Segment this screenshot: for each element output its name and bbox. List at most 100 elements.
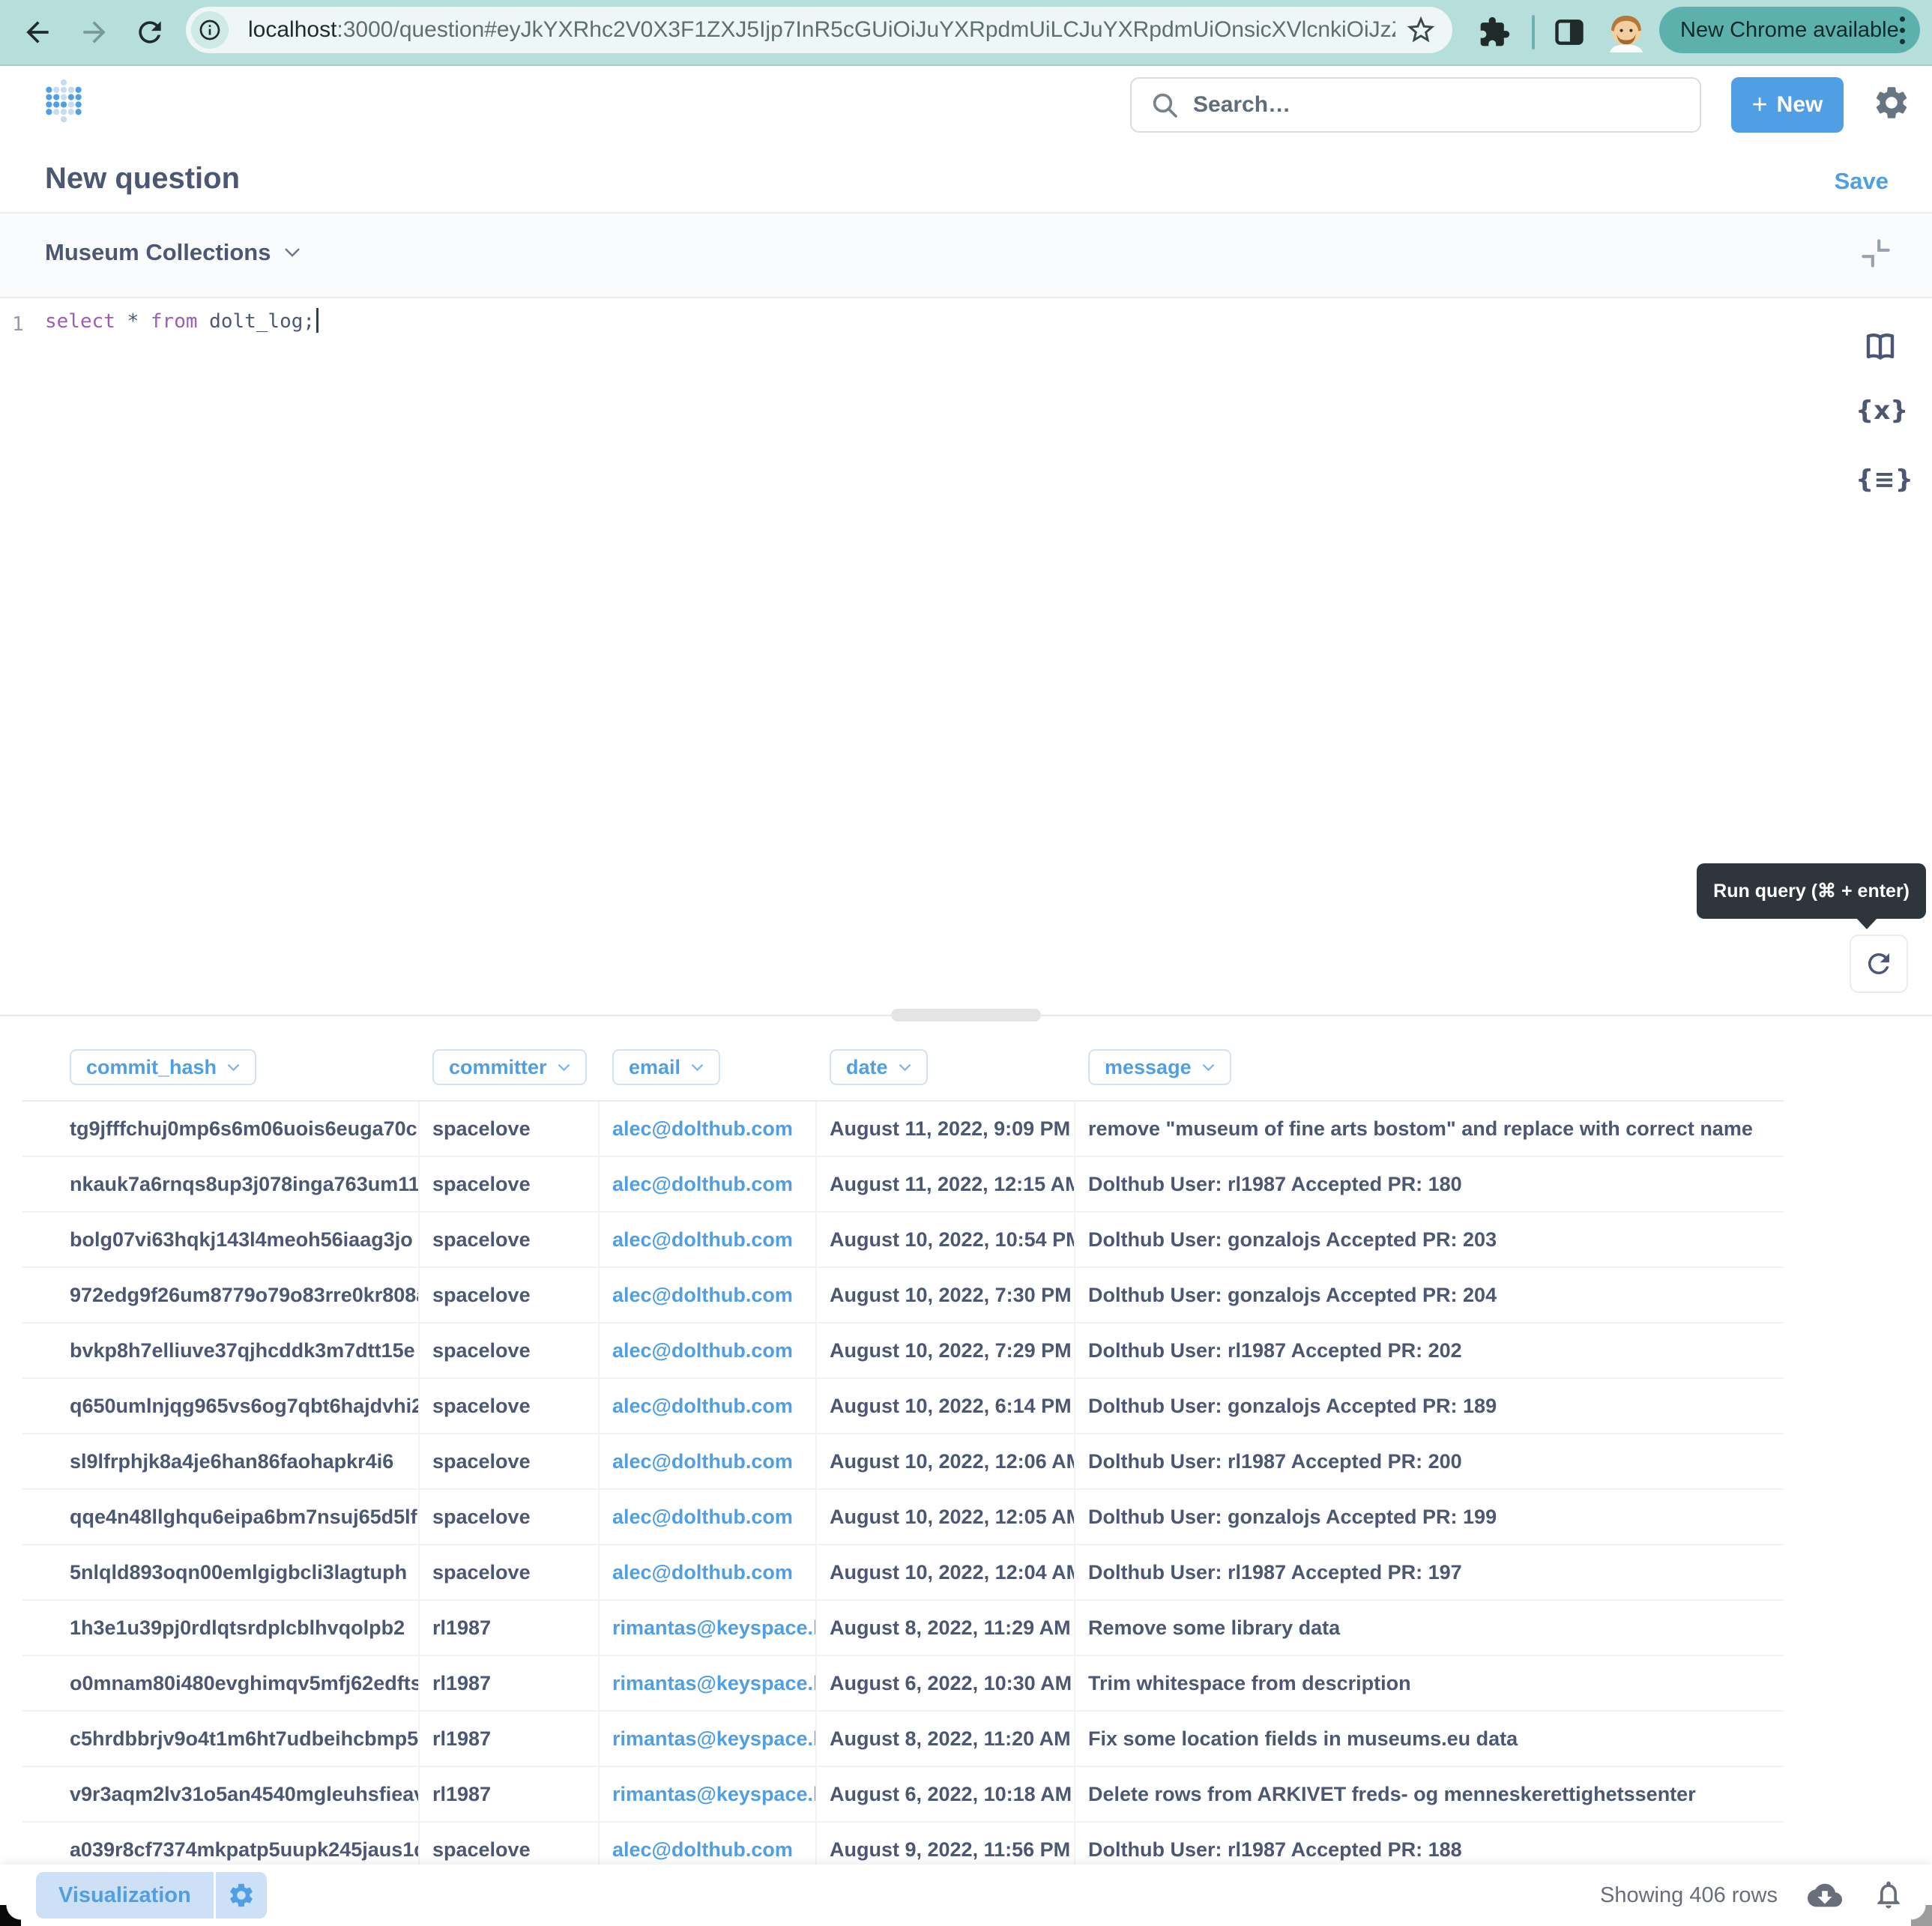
cell-date: August 10, 2022, 12:04 AM xyxy=(817,1545,1075,1599)
cell-date: August 6, 2022, 10:18 AM xyxy=(817,1767,1075,1821)
cell-email[interactable]: alec@dolthub.com xyxy=(600,1323,817,1377)
cell-email[interactable]: alec@dolthub.com xyxy=(600,1102,817,1156)
window-corner xyxy=(1911,1905,1932,1926)
chrome-update-button[interactable]: New Chrome available xyxy=(1659,7,1920,53)
run-query-button[interactable] xyxy=(1850,935,1908,993)
site-info-icon[interactable] xyxy=(191,11,229,49)
cell-email[interactable]: rimantas@keyspace.lt xyxy=(600,1656,817,1710)
side-panel-icon[interactable] xyxy=(1553,16,1586,49)
column-header-message[interactable]: message xyxy=(1088,1049,1231,1085)
collapse-editor-icon[interactable] xyxy=(1857,235,1895,272)
refresh-icon xyxy=(1863,948,1895,979)
cell-committer: rl1987 xyxy=(420,1656,600,1710)
settings-gear-icon[interactable] xyxy=(1872,83,1911,122)
cell-date: August 8, 2022, 11:20 AM xyxy=(817,1712,1075,1766)
visualization-button[interactable]: Visualization xyxy=(36,1872,267,1919)
table-row: 1h3e1u39pj0rdlqtsrdplcblhvqolpb2rl1987ri… xyxy=(22,1601,1784,1656)
cell-committer: spacelove xyxy=(420,1379,600,1433)
line-number: 1 xyxy=(12,313,24,336)
cell-hash: c5hrdbbrjv9o4t1m6ht7udbeihcbmp5k xyxy=(22,1712,420,1766)
cell-message: Fix some location fields in museums.eu d… xyxy=(1075,1712,1784,1766)
text-caret xyxy=(316,308,319,333)
table-row: c5hrdbbrjv9o4t1m6ht7udbeihcbmp5krl1987ri… xyxy=(22,1712,1784,1767)
results-table: commit_hash committer email date message… xyxy=(22,1016,1784,1878)
cell-date: August 8, 2022, 11:29 AM xyxy=(817,1601,1075,1655)
cell-message: Dolthub User: rl1987 Accepted PR: 202 xyxy=(1075,1323,1784,1377)
chevron-down-icon xyxy=(691,1063,704,1072)
chevron-down-icon xyxy=(558,1063,570,1072)
cell-email[interactable]: alec@dolthub.com xyxy=(600,1434,817,1488)
bottom-bar: Visualization Showing 406 rows xyxy=(0,1865,1932,1926)
cell-email[interactable]: alec@dolthub.com xyxy=(600,1157,817,1211)
cell-committer: rl1987 xyxy=(420,1767,600,1821)
cell-email[interactable]: alec@dolthub.com xyxy=(600,1545,817,1599)
search-input[interactable]: Search… xyxy=(1130,77,1701,133)
native-query-bar: Museum Collections xyxy=(0,214,1932,297)
cell-email[interactable]: rimantas@keyspace.lt xyxy=(600,1712,817,1766)
cell-hash: qqe4n48llghqu6eipa6bm7nsuj65d5lf xyxy=(22,1490,420,1544)
cell-email[interactable]: rimantas@keyspace.lt xyxy=(600,1767,817,1821)
sql-editor[interactable]: select * from dolt_log; xyxy=(45,310,319,333)
chrome-update-label: New Chrome available xyxy=(1680,18,1899,43)
column-header-email[interactable]: email xyxy=(612,1049,720,1085)
profile-avatar[interactable] xyxy=(1605,11,1647,53)
bookmark-star-icon[interactable] xyxy=(1404,13,1437,46)
cell-hash: v9r3aqm2lv31o5an4540mgleuhsfieav xyxy=(22,1767,420,1821)
url-text: localhost:3000/question#eyJkYXRhc2V0X3F1… xyxy=(248,17,1395,43)
column-header-committer[interactable]: committer xyxy=(432,1049,587,1085)
extensions-icon[interactable] xyxy=(1478,16,1511,49)
chevron-down-icon xyxy=(227,1063,240,1072)
save-button[interactable]: Save xyxy=(1835,168,1889,195)
browser-menu-icon[interactable] xyxy=(1900,16,1905,44)
cell-committer: spacelove xyxy=(420,1157,600,1211)
run-query-tooltip: Run query (⌘ + enter) xyxy=(1697,863,1926,919)
column-header-commit-hash[interactable]: commit_hash xyxy=(70,1049,256,1085)
sql-star: * xyxy=(115,310,151,333)
reload-icon[interactable] xyxy=(133,16,166,49)
cell-hash: bvkp8h7elliuve37qjhcddk3m7dtt15e xyxy=(22,1323,420,1377)
visualization-label[interactable]: Visualization xyxy=(36,1872,214,1919)
cell-committer: spacelove xyxy=(420,1490,600,1544)
database-selector[interactable]: Museum Collections xyxy=(45,239,301,266)
table-row: sl9lfrphjk8a4je6han86faohapkr4i6spacelov… xyxy=(22,1434,1784,1490)
cell-message: Dolthub User: rl1987 Accepted PR: 180 xyxy=(1075,1157,1784,1211)
cell-message: Dolthub User: gonzalojs Accepted PR: 203 xyxy=(1075,1213,1784,1267)
visualization-settings-gear-icon[interactable] xyxy=(214,1872,267,1919)
cell-email[interactable]: rimantas@keyspace.lt xyxy=(600,1601,817,1655)
variables-icon[interactable]: {x} xyxy=(1856,396,1905,426)
table-row: bvkp8h7elliuve37qjhcddk3m7dtt15espacelov… xyxy=(22,1323,1784,1379)
cell-email[interactable]: alec@dolthub.com xyxy=(600,1268,817,1322)
table-header-row: commit_hash committer email date message xyxy=(22,1016,1784,1102)
forward-icon[interactable] xyxy=(78,16,111,49)
back-icon[interactable] xyxy=(21,16,54,49)
cell-date: August 10, 2022, 7:29 PM xyxy=(817,1323,1075,1377)
cell-email[interactable]: alec@dolthub.com xyxy=(600,1490,817,1544)
cell-committer: spacelove xyxy=(420,1268,600,1322)
cell-hash: 5nlqld893oqn00emlgigbcli3lagtuph xyxy=(22,1545,420,1599)
column-header-date[interactable]: date xyxy=(830,1049,928,1085)
new-button-label: New xyxy=(1777,92,1823,118)
page-title: New question xyxy=(45,162,240,196)
cell-message: Dolthub User: rl1987 Accepted PR: 197 xyxy=(1075,1545,1784,1599)
browser-toolbar: localhost:3000/question#eyJkYXRhc2V0X3F1… xyxy=(0,0,1932,66)
cell-hash: nkauk7a6rnqs8up3j078inga763um118 xyxy=(22,1157,420,1211)
cell-date: August 10, 2022, 6:14 PM xyxy=(817,1379,1075,1433)
cell-committer: spacelove xyxy=(420,1545,600,1599)
cell-committer: rl1987 xyxy=(420,1601,600,1655)
cell-hash: o0mnam80i480evghimqv5mfj62edftsn xyxy=(22,1656,420,1710)
metabase-logo[interactable] xyxy=(45,78,82,124)
cell-committer: rl1987 xyxy=(420,1712,600,1766)
cell-committer: spacelove xyxy=(420,1213,600,1267)
cell-email[interactable]: alec@dolthub.com xyxy=(600,1379,817,1433)
address-bar[interactable]: localhost:3000/question#eyJkYXRhc2V0X3F1… xyxy=(186,7,1452,53)
snippets-icon[interactable]: {≡} xyxy=(1856,465,1905,495)
new-button[interactable]: + New xyxy=(1731,77,1844,133)
download-icon[interactable] xyxy=(1808,1878,1842,1913)
search-icon xyxy=(1150,90,1180,120)
cell-hash: bolg07vi63hqkj143l4meoh56iaag3jo xyxy=(22,1213,420,1267)
bell-icon[interactable] xyxy=(1872,1878,1907,1913)
cell-message: Remove some library data xyxy=(1075,1601,1784,1655)
database-name: Museum Collections xyxy=(45,239,271,266)
data-reference-icon[interactable] xyxy=(1856,328,1905,364)
cell-email[interactable]: alec@dolthub.com xyxy=(600,1213,817,1267)
